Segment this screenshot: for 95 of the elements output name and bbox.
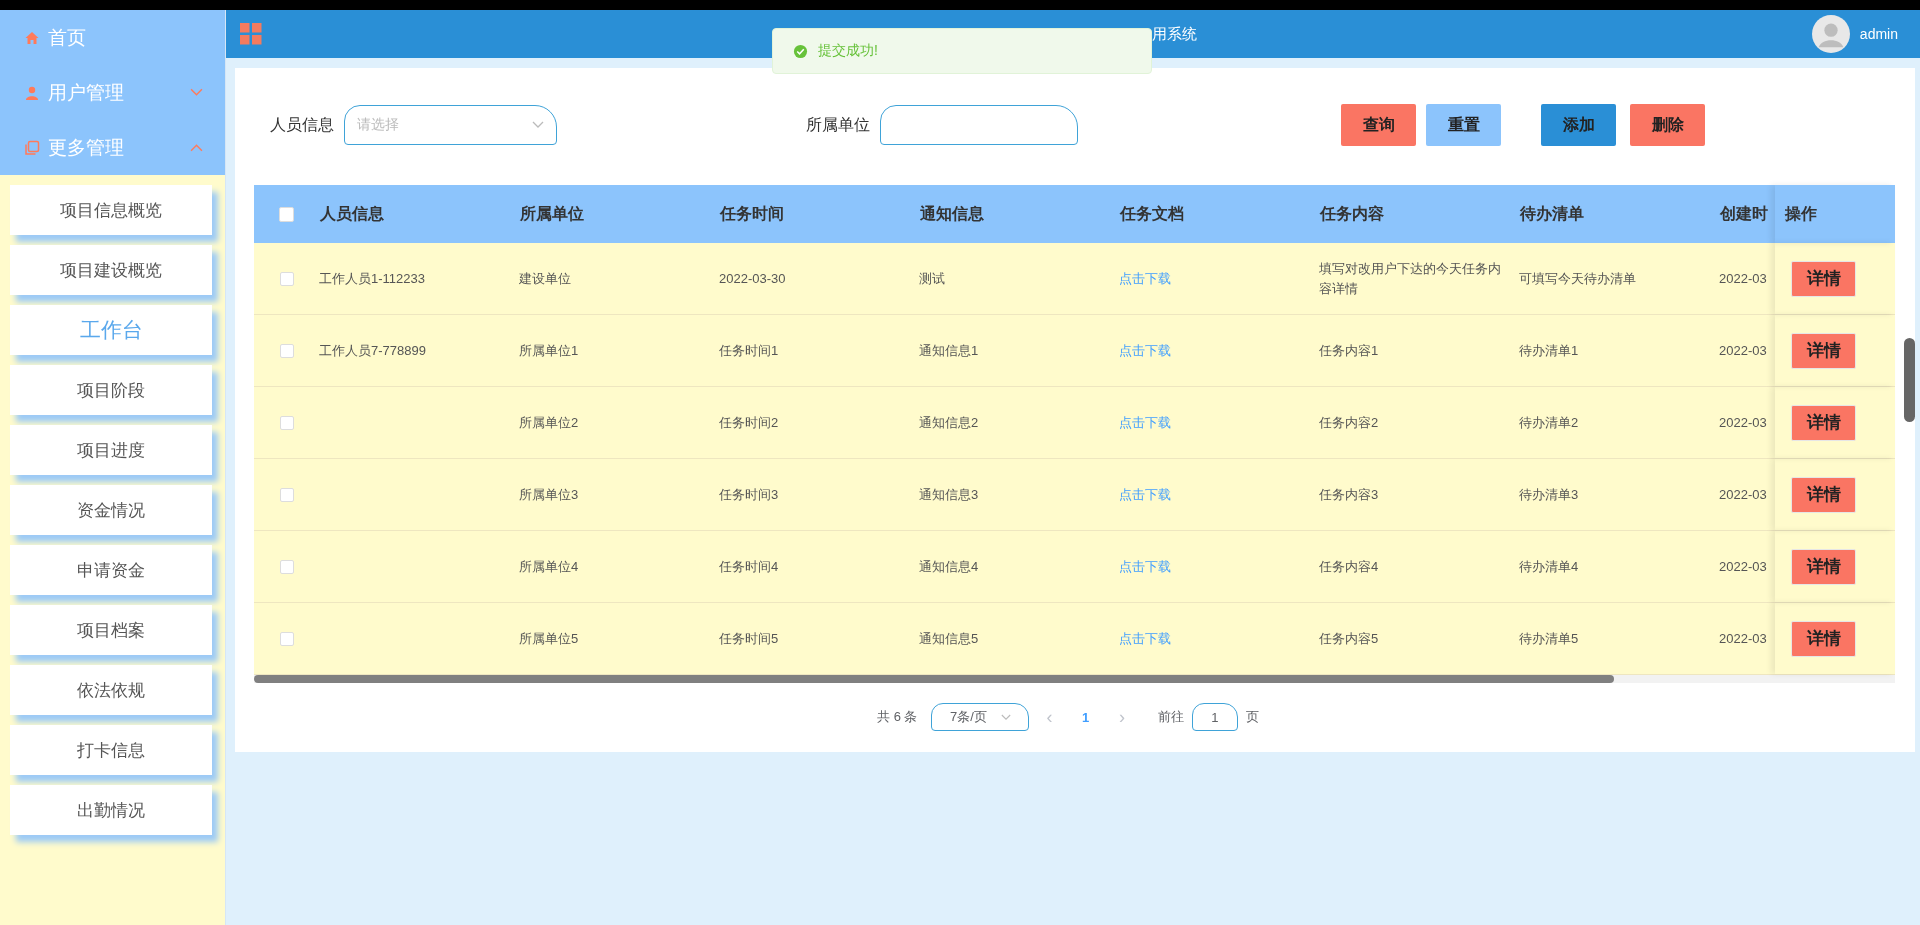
submenu-item[interactable]: 项目进度 bbox=[10, 425, 212, 475]
table-cell-text: 通知信息4 bbox=[919, 557, 979, 576]
action-button[interactable]: 添加 bbox=[1541, 104, 1616, 146]
field-label: 人员信息 bbox=[270, 114, 334, 135]
table-cell-text: 待办清单5 bbox=[1519, 629, 1579, 648]
submenu-item[interactable]: 出勤情况 bbox=[10, 785, 212, 835]
row-checkbox[interactable] bbox=[279, 631, 294, 646]
table-cell-text: 2022-03-30 bbox=[719, 269, 786, 288]
table-cell-text: 任务时间2 bbox=[719, 413, 779, 432]
scrollbar-thumb[interactable] bbox=[254, 675, 1614, 683]
action-button[interactable]: 查询 bbox=[1341, 104, 1416, 146]
table-cell-text: 2022-03 bbox=[1719, 485, 1767, 504]
table-cell-text: 任务时间4 bbox=[719, 557, 779, 576]
submenu-item[interactable]: 依法依规 bbox=[10, 665, 212, 715]
table-cell-text: 可填写今天待办清单 bbox=[1519, 269, 1636, 288]
app-title: 用系统 bbox=[1152, 24, 1197, 44]
table-cell-text: 通知信息3 bbox=[919, 485, 979, 504]
table-cell-text: 通知信息5 bbox=[919, 629, 979, 648]
table-cell-text: 任务内容4 bbox=[1319, 557, 1379, 576]
scrollbar-thumb[interactable] bbox=[1904, 338, 1915, 422]
detail-button[interactable]: 详情 bbox=[1791, 548, 1856, 585]
table-cell-text: 2022-03 bbox=[1719, 341, 1767, 360]
table-cell-text: 所属单位4 bbox=[519, 557, 579, 576]
user-icon bbox=[24, 84, 40, 101]
table-cell-text: 工作人员7-778899 bbox=[319, 341, 426, 360]
table-cell-text: 测试 bbox=[919, 269, 945, 288]
table-cell-text: 所属单位2 bbox=[519, 413, 579, 432]
detail-button[interactable]: 详情 bbox=[1791, 620, 1856, 657]
table-cell-text: 任务内容5 bbox=[1319, 629, 1379, 648]
detail-button[interactable]: 详情 bbox=[1791, 332, 1856, 369]
avatar-icon[interactable] bbox=[1811, 15, 1850, 53]
grid-icon[interactable] bbox=[240, 23, 262, 45]
submenu-item[interactable]: 申请资金 bbox=[10, 545, 212, 595]
detail-button[interactable]: 详情 bbox=[1791, 260, 1856, 297]
goto-page-field[interactable]: 1 bbox=[1192, 703, 1238, 731]
detail-button[interactable]: 详情 bbox=[1791, 404, 1856, 441]
action-button[interactable]: 删除 bbox=[1630, 104, 1705, 146]
table-cell-text: 待办清单3 bbox=[1519, 485, 1579, 504]
table-cell-text: 2022-03 bbox=[1719, 269, 1767, 288]
column-header: 人员信息 bbox=[319, 203, 385, 224]
copy-icon bbox=[24, 139, 40, 156]
row-checkbox[interactable] bbox=[279, 271, 294, 286]
table-cell-text: 任务时间1 bbox=[719, 341, 779, 360]
table-cell-text: 任务内容2 bbox=[1319, 413, 1379, 432]
user-name[interactable]: admin bbox=[1859, 26, 1898, 42]
table-cell-text: 待办清单1 bbox=[1519, 341, 1579, 360]
input-field[interactable] bbox=[880, 105, 1078, 145]
chevron-down-icon bbox=[1000, 713, 1011, 721]
submenu-item[interactable]: 项目阶段 bbox=[10, 365, 212, 415]
detail-button[interactable]: 详情 bbox=[1791, 476, 1856, 513]
goto-label: 前往 bbox=[1158, 708, 1184, 726]
table-cell-text: 2022-03 bbox=[1719, 413, 1767, 432]
table-cell-text: 所属单位5 bbox=[519, 629, 579, 648]
table-cell-text: 通知信息2 bbox=[919, 413, 979, 432]
toast-message: 提交成功! bbox=[818, 42, 878, 60]
submenu-item[interactable]: 打卡信息 bbox=[10, 725, 212, 775]
table-cell-text: 所属单位3 bbox=[519, 485, 579, 504]
select-all-checkbox[interactable] bbox=[279, 206, 294, 222]
column-header: 所属单位 bbox=[519, 203, 585, 224]
table-cell-text: 建设单位 bbox=[519, 269, 571, 288]
total-count: 共 6 条 bbox=[877, 708, 918, 726]
action-button[interactable]: 重置 bbox=[1426, 104, 1501, 146]
submenu-item[interactable]: 项目信息概览 bbox=[10, 185, 212, 235]
column-header: 通知信息 bbox=[919, 203, 985, 224]
table-cell-text: 2022-03 bbox=[1719, 557, 1767, 576]
table-cell-text: 待办清单4 bbox=[1519, 557, 1579, 576]
column-header: 操作 bbox=[1775, 185, 1895, 243]
column-header: 任务时间 bbox=[719, 203, 785, 224]
table-cell-text: 任务时间5 bbox=[719, 629, 779, 648]
field-label: 所属单位 bbox=[806, 114, 870, 135]
submenu-item[interactable]: 资金情况 bbox=[10, 485, 212, 535]
table-cell-text: 任务时间3 bbox=[719, 485, 779, 504]
table-cell-text: 任务内容1 bbox=[1319, 341, 1379, 360]
table-cell-text: 待办清单2 bbox=[1519, 413, 1579, 432]
column-header: 任务文档 bbox=[1119, 203, 1185, 224]
row-checkbox[interactable] bbox=[279, 487, 294, 502]
page-size-select[interactable]: 7条/页 bbox=[931, 703, 1030, 731]
row-checkbox[interactable] bbox=[279, 343, 294, 358]
page-suffix: 页 bbox=[1246, 708, 1259, 726]
row-checkbox[interactable] bbox=[279, 559, 294, 574]
home-icon bbox=[24, 29, 40, 46]
table-cell-text: 通知信息1 bbox=[919, 341, 979, 360]
table-cell-text: 工作人员1-112233 bbox=[319, 269, 425, 288]
row-checkbox[interactable] bbox=[279, 415, 294, 430]
table-cell-text: 所属单位1 bbox=[519, 341, 579, 360]
chevron-down-icon bbox=[532, 121, 544, 129]
column-header: 创建时 bbox=[1719, 203, 1769, 224]
submenu-item[interactable]: 项目建设概览 bbox=[10, 245, 212, 295]
column-header: 待办清单 bbox=[1519, 203, 1585, 224]
table-cell-text: 任务内容3 bbox=[1319, 485, 1379, 504]
table-cell-text: 2022-03 bbox=[1719, 629, 1767, 648]
table-cell-text: 填写对改用户下达的今天任务内容详情 bbox=[1319, 259, 1502, 298]
column-header: 任务内容 bbox=[1319, 203, 1385, 224]
success-check-icon bbox=[793, 43, 808, 59]
submenu-item[interactable]: 项目档案 bbox=[10, 605, 212, 655]
